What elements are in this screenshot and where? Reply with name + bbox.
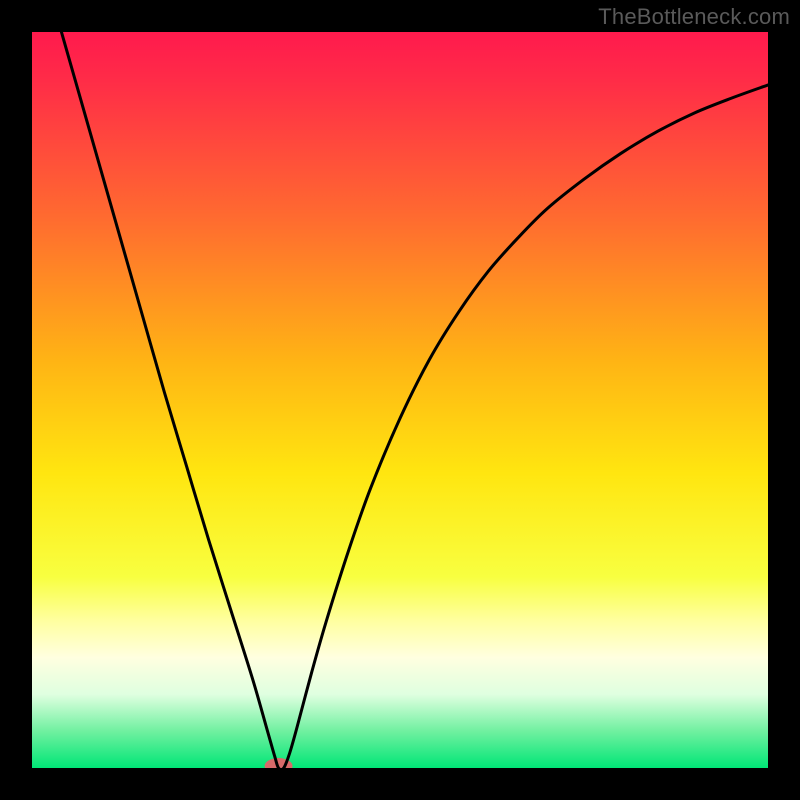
gradient-background	[32, 32, 768, 768]
chart-svg	[32, 32, 768, 768]
plot-area	[32, 32, 768, 768]
chart-frame: TheBottleneck.com	[0, 0, 800, 800]
watermark-text: TheBottleneck.com	[598, 4, 790, 30]
